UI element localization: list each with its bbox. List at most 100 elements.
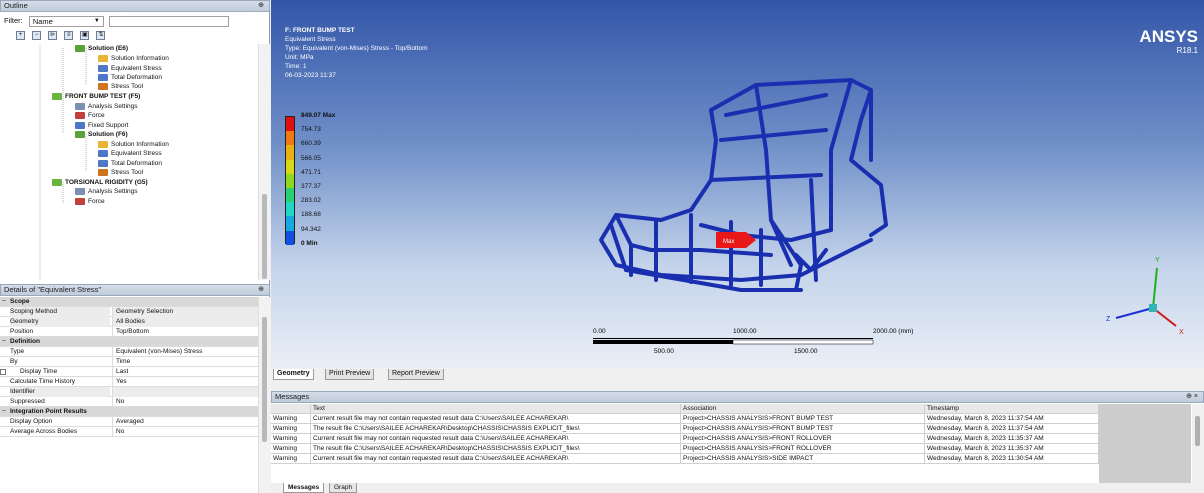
messages-tabs: Messages Graph (271, 483, 1204, 493)
tree-node[interactable]: Fixed Support (75, 121, 128, 130)
filter-select[interactable]: Name ▼ (28, 15, 104, 27)
tree-node-label: Fixed Support (88, 122, 129, 129)
outline-tree: Solution (E6) Solution Information Equival… (0, 44, 256, 280)
details-group-label: Integration Point Results (10, 408, 87, 415)
details-value[interactable]: Time (112, 357, 258, 367)
details-row[interactable]: Calculate Time History Yes (0, 377, 258, 387)
scroll-thumb[interactable] (262, 317, 267, 442)
details-grid: − Scope Scoping Method Geometry Selection Ge… (0, 297, 258, 437)
tab-messages[interactable]: Messages (283, 483, 325, 493)
tree-node[interactable]: FRONT BUMP TEST (F5) (52, 92, 140, 101)
details-value[interactable]: Top/Bottom (112, 327, 258, 337)
tree-node-icon (98, 82, 108, 90)
tree-node[interactable]: Stress Tool (98, 168, 143, 177)
message-row[interactable]: Warning Current result file may not conta… (271, 434, 1099, 444)
tree-node[interactable]: Analysis Settings (75, 187, 138, 196)
tree-node[interactable]: Stress Tool (98, 82, 143, 91)
details-row[interactable]: Position Top/Bottom (0, 327, 258, 337)
details-row[interactable]: Display Time Last (0, 367, 258, 377)
message-row[interactable]: Warning Current result file may not conta… (271, 414, 1099, 424)
pin-icon[interactable]: ⊕ (258, 1, 264, 11)
message-cell: Wednesday, March 8, 2023 11:30:54 AM (925, 454, 1099, 464)
details-row[interactable]: By Time (0, 357, 258, 367)
tree-node[interactable]: Solution (E6) (75, 44, 128, 53)
tree-node[interactable]: Equivalent Stress (98, 64, 162, 73)
column-header[interactable] (271, 404, 311, 414)
details-value[interactable]: All Bodies (112, 317, 258, 327)
filter-input[interactable] (108, 15, 229, 27)
y-axis (1152, 267, 1158, 309)
tree-node-icon (98, 159, 108, 167)
display-time-checkbox[interactable] (0, 369, 6, 375)
collapse-all-icon[interactable]: − (32, 30, 42, 40)
tree-filter-icon[interactable]: ⊳ (48, 30, 58, 40)
tree-node[interactable]: Total Deformation (98, 73, 162, 82)
details-group-header[interactable]: − Definition (0, 337, 258, 347)
tree-node[interactable]: Solution Information (98, 140, 169, 149)
details-scrollbar[interactable] (258, 297, 270, 493)
tree-node-icon (98, 140, 108, 148)
tree-node[interactable]: TORSIONAL RIGIDITY (G5) (52, 178, 148, 187)
scale-label: 0.00 (593, 328, 606, 335)
tree-node[interactable]: Total Deformation (98, 159, 162, 168)
details-row[interactable]: Identifier (0, 387, 258, 397)
details-group-label: Definition (10, 338, 40, 345)
details-row[interactable]: Suppressed No (0, 397, 258, 407)
details-row[interactable]: Type Equivalent (von-Mises) Stress (0, 347, 258, 357)
details-value[interactable]: Averaged (112, 417, 258, 427)
graphics-viewport[interactable]: F: FRONT BUMP TEST Equivalent Stress Typ… (271, 0, 1204, 379)
pin-close-icon[interactable]: ⊕ × (1186, 392, 1198, 402)
details-value[interactable]: No (112, 427, 258, 437)
tree-node-icon (75, 187, 85, 195)
details-value[interactable]: Yes (112, 377, 258, 387)
details-value[interactable] (112, 387, 258, 397)
details-value[interactable]: Geometry Selection (112, 307, 258, 317)
details-key: Display Option (10, 418, 53, 425)
tree-node[interactable]: Force (75, 197, 105, 206)
tab-graph[interactable]: Graph (329, 483, 358, 493)
sort-icon[interactable]: ⇅ (96, 30, 106, 40)
details-row[interactable]: Scoping Method Geometry Selection (0, 307, 258, 317)
tab-report-preview[interactable]: Report Preview (388, 369, 444, 380)
details-row[interactable]: Geometry All Bodies (0, 317, 258, 327)
messages-scrollbar[interactable] (1192, 404, 1204, 484)
details-value[interactable]: Last (112, 367, 258, 377)
environment-icon[interactable]: ▣ (80, 30, 90, 40)
column-header[interactable]: Text (311, 404, 681, 414)
tree-node[interactable]: Solution Information (98, 54, 169, 63)
pin-icon[interactable]: ⊕ (258, 285, 264, 295)
expand-all-icon[interactable]: + (16, 30, 25, 40)
tree-node-label: Stress Tool (111, 169, 144, 176)
tree-node[interactable]: Equivalent Stress (98, 149, 162, 158)
details-value[interactable]: Equivalent (von-Mises) Stress (112, 347, 258, 357)
collapse-icon[interactable]: − (2, 297, 6, 307)
message-cell: Warning (271, 414, 311, 424)
tab-geometry[interactable]: Geometry (273, 369, 314, 380)
column-header[interactable]: Association (681, 404, 925, 414)
outline-scrollbar[interactable] (258, 44, 270, 280)
tree-node-icon (75, 102, 85, 110)
message-row[interactable]: Warning The result file C:\Users\SAILEE A… (271, 444, 1099, 454)
message-row[interactable]: Warning The result file C:\Users\SAILEE A… (271, 424, 1099, 434)
message-cell: Wednesday, March 8, 2023 11:37:54 AM (925, 414, 1099, 424)
details-value[interactable]: No (112, 397, 258, 407)
details-group-header[interactable]: − Scope (0, 297, 258, 307)
tree-node-icon (98, 168, 108, 176)
details-key: Position (10, 328, 34, 335)
details-title-bar: Details of "Equivalent Stress" ⊕ (0, 284, 270, 296)
details-group-header[interactable]: − Integration Point Results (0, 407, 258, 417)
message-row[interactable]: Warning Current result file may not conta… (271, 454, 1099, 464)
collapse-icon[interactable]: − (2, 337, 6, 347)
details-row[interactable]: Average Across Bodies No (0, 427, 258, 437)
show-tree-icon[interactable]: ≡ (64, 30, 74, 40)
collapse-icon[interactable]: − (2, 407, 6, 417)
scroll-thumb[interactable] (262, 194, 267, 279)
column-header[interactable]: Timestamp (925, 404, 1099, 414)
scroll-thumb[interactable] (1195, 416, 1200, 446)
tab-print-preview[interactable]: Print Preview (325, 369, 375, 380)
details-row[interactable]: Display Option Averaged (0, 417, 258, 427)
tree-node[interactable]: Analysis Settings (75, 102, 138, 111)
tree-node[interactable]: Force (75, 111, 105, 120)
axis-triad[interactable]: Y Z X (1106, 257, 1184, 336)
tree-node[interactable]: Solution (F6) (75, 130, 128, 139)
